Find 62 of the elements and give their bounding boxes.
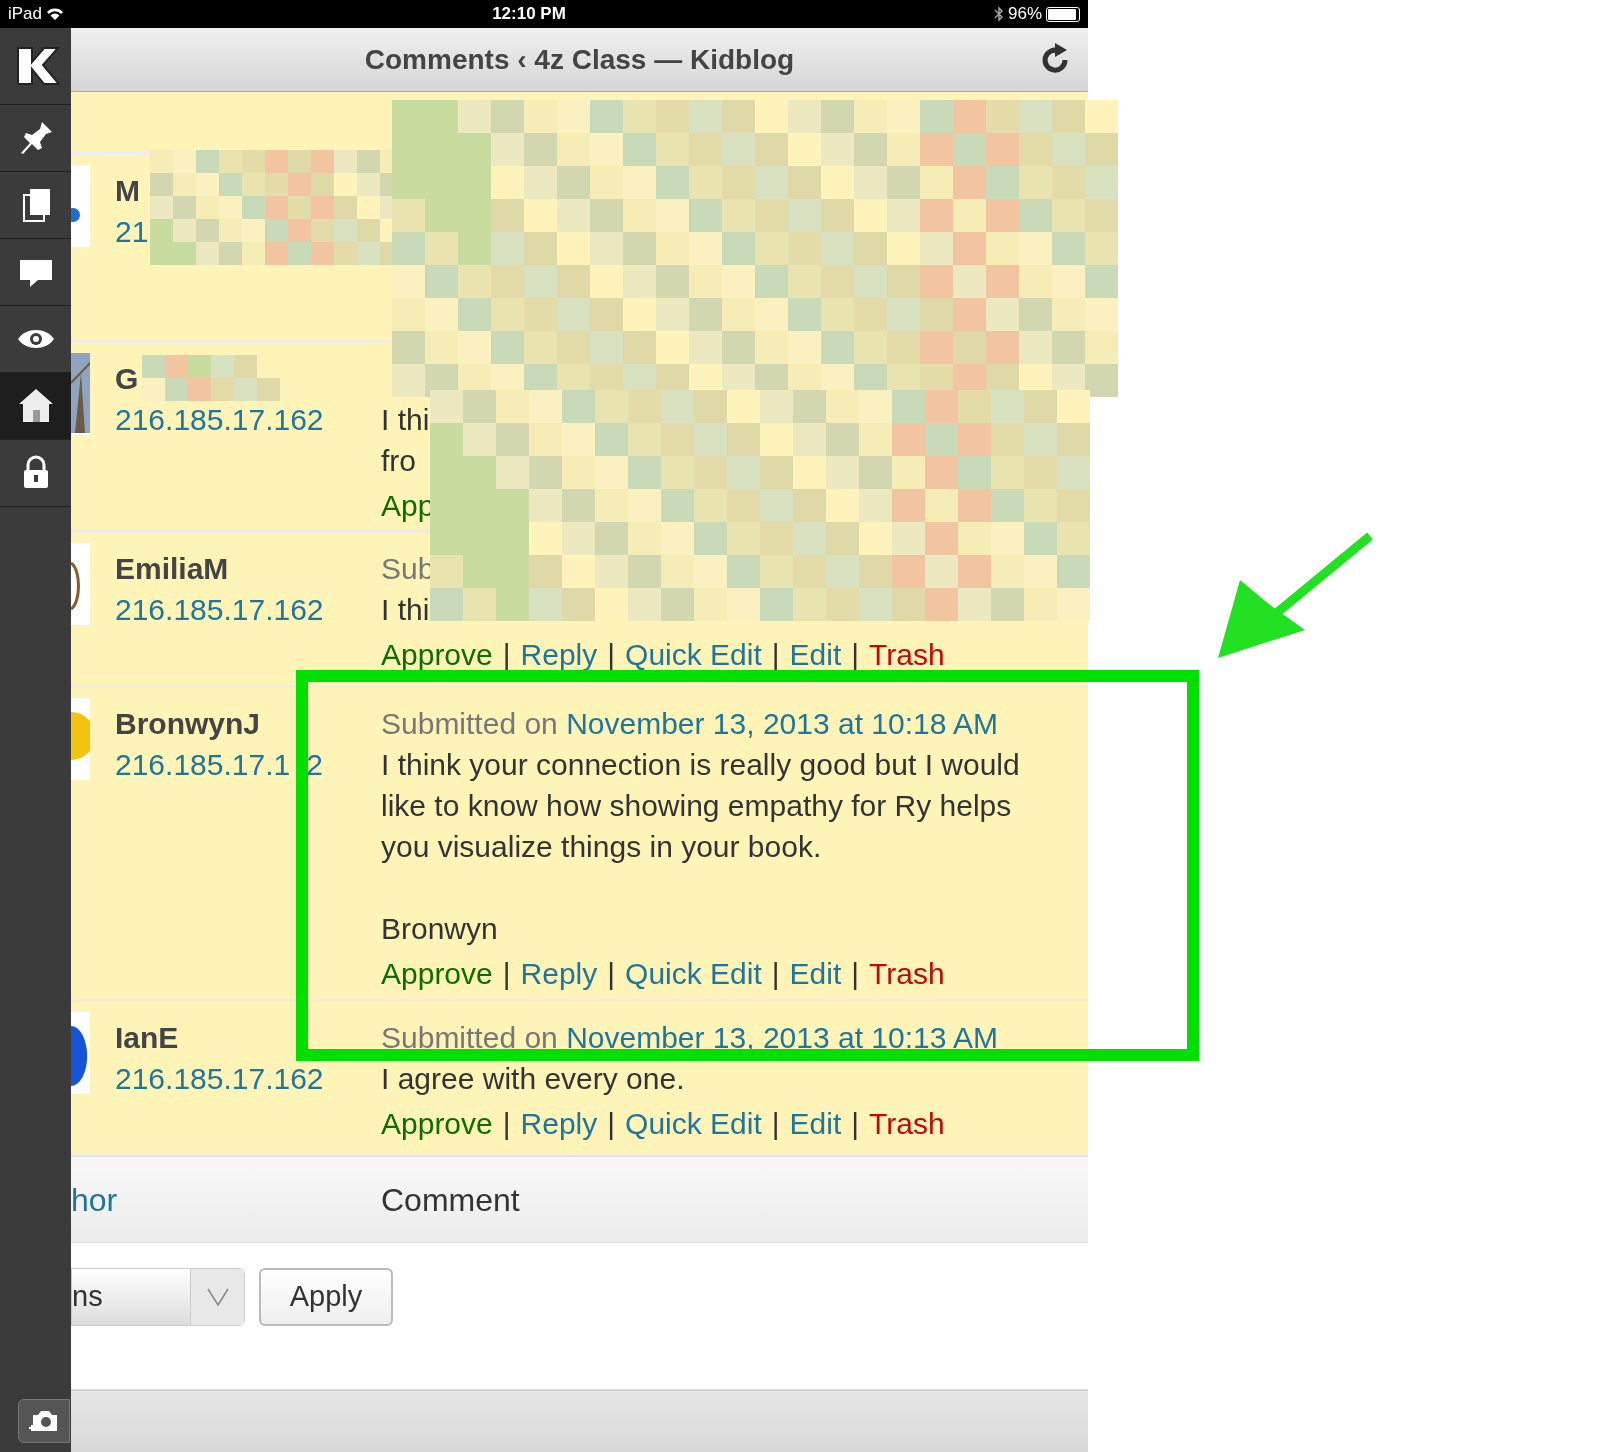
- comment-column-header: Comment: [381, 1180, 520, 1220]
- submitted-label: Submitted on: [381, 707, 558, 740]
- action-link[interactable]: Approve: [381, 634, 493, 675]
- action-link[interactable]: Edit: [789, 634, 842, 675]
- battery-percent: 96%: [1008, 3, 1042, 26]
- action-link[interactable]: Edit: [789, 953, 842, 994]
- ip-address-link[interactable]: 2: [306, 744, 323, 785]
- author-name: EmiliaM: [115, 551, 229, 587]
- separator: |: [771, 637, 780, 673]
- comment-text: I thi: [381, 592, 431, 628]
- separator: |: [607, 1106, 616, 1142]
- ip-address-link[interactable]: 216.185.17.162: [115, 1058, 324, 1099]
- separator: |: [771, 1106, 780, 1142]
- separator: |: [607, 956, 616, 992]
- battery-icon: [1046, 6, 1080, 22]
- action-link[interactable]: Quick Edit: [625, 634, 762, 675]
- camera-button[interactable]: [18, 1399, 70, 1443]
- submitted-label: Submitted on: [381, 1021, 558, 1054]
- wifi-icon: [46, 7, 65, 21]
- action-link[interactable]: Quick Edit: [625, 953, 762, 994]
- action-link[interactable]: Approve: [381, 953, 493, 994]
- page-title: Comments ‹ 4z Class — Kidblog: [364, 42, 795, 77]
- sidebar-item[interactable]: [0, 373, 71, 440]
- action-link[interactable]: Reply: [520, 953, 598, 994]
- date-link[interactable]: November 13, 2013 at 10:13 AM: [566, 1021, 999, 1054]
- comment-text: fro: [381, 443, 417, 479]
- author-name: BronwynJ: [115, 706, 261, 742]
- separator: |: [851, 956, 860, 992]
- action-link[interactable]: Trash: [869, 1103, 945, 1144]
- action-link[interactable]: Edit: [789, 1103, 842, 1144]
- device-label: iPad: [8, 3, 43, 26]
- action-link[interactable]: Trash: [869, 634, 945, 675]
- comment-text: I think your connection is really good but I would like to know how showing empathy for Ry helps you visualize things in your book.: [381, 747, 1021, 865]
- author-name: G: [115, 361, 139, 397]
- action-link[interactable]: Quick Edit: [625, 1103, 762, 1144]
- ip-address-link[interactable]: 21: [115, 211, 149, 252]
- comment-text: I thi: [381, 402, 431, 438]
- separator: |: [607, 637, 616, 673]
- separator: |: [502, 1106, 511, 1142]
- ip-address-link[interactable]: 216.185.17.1: [115, 744, 291, 785]
- author-name: IanE: [115, 1020, 179, 1056]
- author-name: M: [115, 173, 140, 209]
- action-link[interactable]: Reply: [520, 634, 598, 675]
- ip-address-link[interactable]: 216.185.17.162: [115, 399, 324, 440]
- separator: |: [502, 637, 511, 673]
- separator: |: [851, 637, 860, 673]
- separator: |: [502, 956, 511, 992]
- ip-address-link[interactable]: 216.185.17.162: [115, 589, 324, 630]
- clock: 12:10 PM: [492, 3, 566, 26]
- author-column-header[interactable]: hor: [71, 1175, 381, 1224]
- bluetooth-icon: [994, 6, 1004, 22]
- bulk-actions-select[interactable]: ns: [71, 1268, 245, 1326]
- apply-button[interactable]: Apply: [259, 1268, 393, 1326]
- separator: |: [851, 1106, 860, 1142]
- action-link[interactable]: Trash: [869, 953, 945, 994]
- action-link[interactable]: Reply: [520, 1103, 598, 1144]
- action-link[interactable]: Approve: [381, 1103, 493, 1144]
- separator: |: [771, 956, 780, 992]
- dropdown-caret-icon: [206, 1288, 229, 1306]
- comment-text: I agree with every one.: [381, 1061, 686, 1097]
- date-link[interactable]: November 13, 2013 at 10:18 AM: [566, 707, 999, 740]
- comment-text: Bronwyn: [381, 911, 499, 947]
